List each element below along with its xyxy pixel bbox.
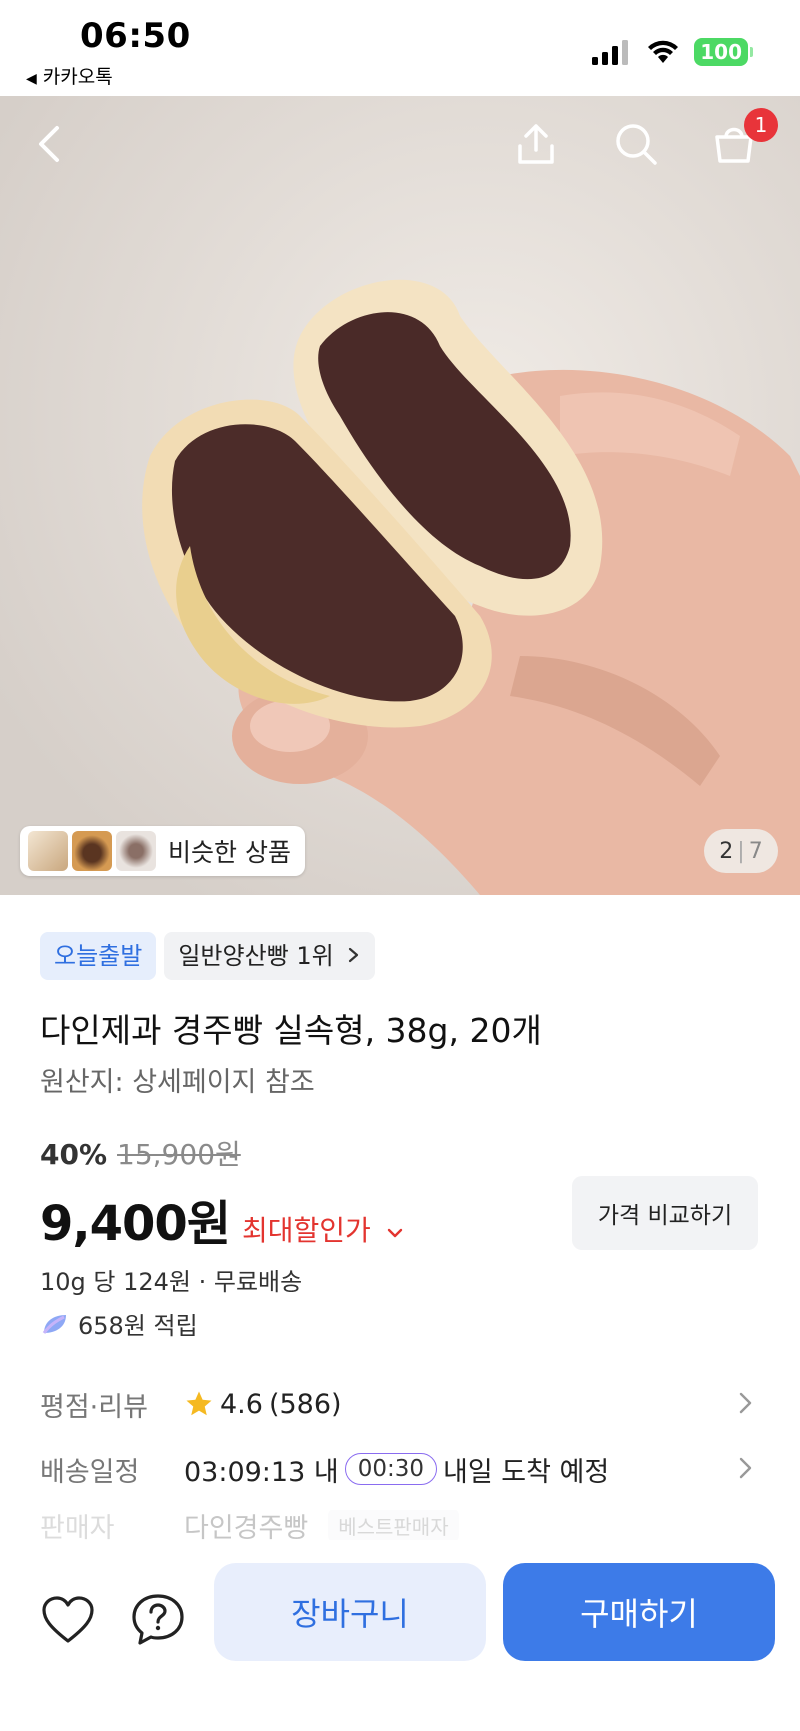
product-image-carousel[interactable]: 1 비슷한 상품 2 | 7 (0, 96, 800, 895)
rating-value-group: 4.6 (586) (184, 1389, 342, 1420)
max-discount-label: 최대할인가 (242, 1214, 371, 1247)
cart-button[interactable]: 1 (708, 108, 778, 170)
price-compare-button[interactable]: 가격 비교하기 (572, 1176, 758, 1250)
back-to-app-link[interactable]: ◀ 카카오톡 (26, 62, 113, 89)
status-bar: 06:50 ◀ 카카오톡 100 (0, 0, 800, 96)
share-button[interactable] (510, 118, 562, 170)
status-time: 06:50 (80, 16, 191, 56)
chevron-right-icon (739, 1457, 752, 1479)
search-icon (616, 124, 657, 165)
back-triangle-icon: ◀ (26, 71, 37, 87)
price-row: 9,400원 최대할인가 (40, 1184, 404, 1254)
sale-price: 9,400원 (40, 1196, 231, 1252)
points-label: 658원 적립 (78, 1312, 198, 1340)
delivery-eta: 내일 도착 예정 (442, 1456, 610, 1488)
add-to-cart-button[interactable]: 장바구니 (214, 1563, 486, 1661)
image-pager: 2 | 7 (704, 829, 778, 873)
product-title: 다인제과 경주빵 실속형, 38g, 20개 (40, 1011, 542, 1050)
search-button[interactable] (610, 118, 662, 170)
product-photo (0, 96, 800, 895)
review-count: (586) (268, 1388, 342, 1420)
delivery-label: 배송일정 (40, 1456, 140, 1488)
similar-thumb-1 (28, 831, 68, 871)
star-icon (186, 1391, 212, 1416)
rating-label: 평점·리뷰 (40, 1391, 148, 1423)
delivery-schedule-row[interactable]: 배송일정 03:09:13 내 00:30 내일 도착 예정 (40, 1447, 760, 1491)
chevron-down-icon (387, 1228, 402, 1238)
points-icon (42, 1314, 66, 1334)
similar-thumb-2 (72, 831, 112, 871)
product-tags: 오늘출발 일반양산빵 1위 (40, 932, 376, 980)
inquiry-button[interactable] (128, 1590, 188, 1650)
seller-row[interactable]: 판매자 다인경주빵 베스트판매자 (40, 1510, 760, 1540)
help-icon (132, 1594, 184, 1645)
back-arrow-icon (39, 126, 59, 162)
rating-review-row[interactable]: 평점·리뷰 4.6 (586) (40, 1382, 760, 1426)
best-seller-badge: 베스트판매자 (328, 1510, 459, 1540)
cart-count-badge: 1 (744, 108, 778, 142)
battery-icon: 100 (694, 38, 753, 66)
points-row: 658원 적립 (40, 1306, 198, 1341)
today-shipping-tag: 오늘출발 (40, 932, 157, 980)
rating-value: 4.6 (220, 1388, 263, 1420)
chevron-right-icon (349, 947, 359, 963)
seller-name: 다인경주빵 (184, 1512, 309, 1541)
similar-products-label: 비슷한 상품 (168, 838, 291, 867)
wifi-icon (648, 40, 679, 63)
unit-price-shipping: 10g 당 124원 · 무료배송 (40, 1268, 303, 1296)
discount-percent: 40% (40, 1138, 108, 1171)
original-price: 15,900원 (117, 1138, 241, 1171)
seller-label: 판매자 (40, 1512, 115, 1541)
seller-value-group: 다인경주빵 베스트판매자 (184, 1510, 459, 1540)
bottom-action-bar: 장바구니 구매하기 (0, 1540, 800, 1731)
chevron-right-icon (739, 1392, 752, 1414)
delivery-countdown: 03:09:13 내 (184, 1456, 339, 1488)
back-app-label: 카카오톡 (42, 66, 113, 88)
delivery-timer-pill: 00:30 (344, 1453, 437, 1485)
pager-total: 7 (748, 838, 763, 864)
discount-row: 40% 15,900원 (40, 1133, 241, 1173)
delivery-value-group: 03:09:13 내 00:30 내일 도착 예정 (184, 1450, 609, 1489)
category-rank-tag[interactable]: 일반양산빵 1위 (164, 932, 376, 980)
similar-products-button[interactable]: 비슷한 상품 (20, 826, 305, 876)
category-rank-label: 일반양산빵 1위 (178, 942, 334, 970)
similar-thumb-3 (116, 831, 156, 871)
product-origin: 원산지: 상세페이지 참조 (40, 1067, 315, 1098)
max-discount-toggle[interactable]: 최대할인가 (242, 1209, 404, 1249)
status-indicators: 100 (592, 38, 753, 66)
share-icon (518, 124, 554, 164)
pager-current: 2 (719, 838, 734, 864)
wishlist-button[interactable] (38, 1590, 98, 1650)
back-button[interactable] (24, 118, 76, 170)
hero-toolbar: 1 (0, 96, 800, 188)
heart-icon (42, 1596, 94, 1643)
buy-now-button[interactable]: 구매하기 (503, 1563, 775, 1661)
pager-separator: | (737, 838, 745, 864)
cellular-signal-icon (592, 40, 629, 65)
